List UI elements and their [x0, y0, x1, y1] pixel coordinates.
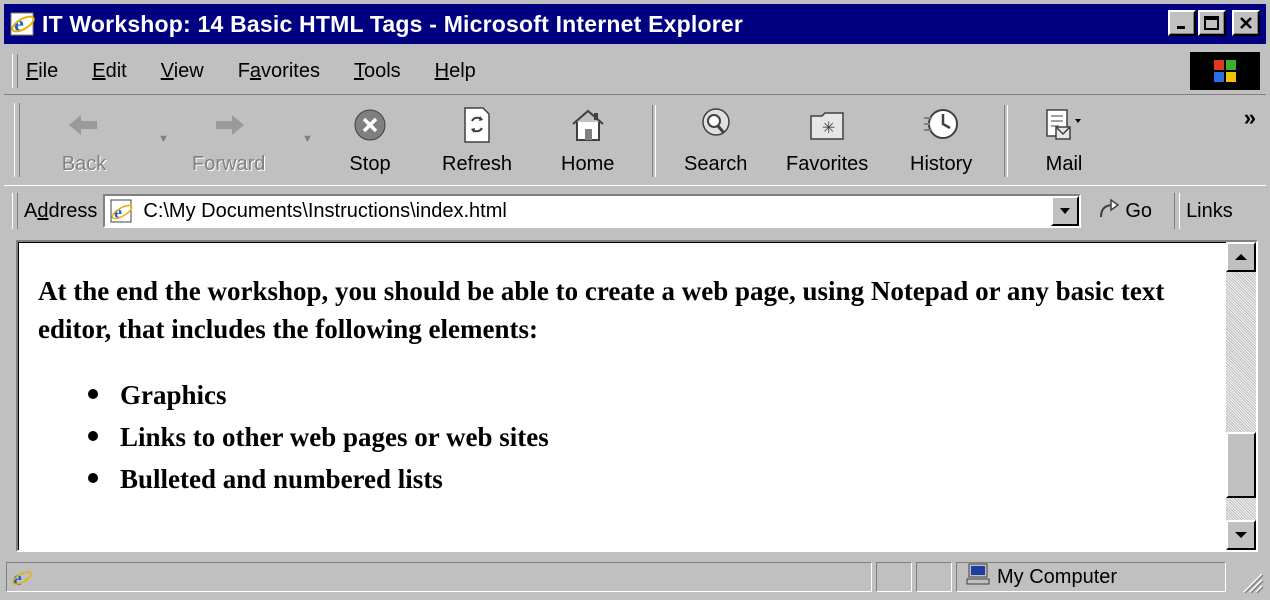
search-icon [692, 101, 740, 149]
menu-file[interactable]: File [26, 60, 58, 83]
status-zone-panel: My Computer [956, 562, 1226, 592]
toolbar-separator [1004, 105, 1008, 177]
window-controls [1168, 10, 1260, 36]
minimize-button[interactable] [1168, 10, 1196, 36]
ie-page-icon: e [107, 196, 137, 226]
stop-button[interactable]: Stop [346, 101, 394, 185]
go-arrow-icon [1097, 197, 1121, 225]
status-security-panel [916, 562, 952, 592]
scroll-up-button[interactable] [1226, 242, 1256, 272]
back-arrow-icon [60, 101, 108, 149]
refresh-icon [453, 101, 501, 149]
status-bar: e My Computer [4, 558, 1266, 596]
go-button[interactable]: Go [1097, 197, 1152, 225]
addressbar-grip[interactable] [12, 193, 18, 229]
svg-text:✳: ✳ [822, 118, 835, 137]
title-bar[interactable]: e IT Workshop: 14 Basic HTML Tags - Micr… [4, 4, 1266, 44]
mail-icon [1040, 101, 1088, 149]
forward-button[interactable]: Forward [192, 101, 265, 185]
address-label: Address [24, 199, 98, 222]
bullet-icon [88, 473, 98, 483]
bullet-icon [88, 431, 98, 441]
home-button[interactable]: Home [561, 101, 614, 185]
toolbar-more-chevron[interactable]: » [1244, 105, 1256, 131]
menubar-grip[interactable] [12, 54, 18, 88]
vertical-scrollbar[interactable] [1226, 242, 1256, 550]
mail-button[interactable]: Mail [1040, 101, 1088, 185]
list-item: Links to other web pages or web sites [88, 416, 1218, 458]
back-button[interactable]: Back [60, 101, 108, 185]
my-computer-icon [965, 563, 991, 591]
status-progress-panel [876, 562, 912, 592]
menu-favorites[interactable]: Favorites [238, 60, 320, 83]
status-main-panel: e [6, 562, 872, 592]
menu-tools[interactable]: Tools [354, 60, 401, 83]
menu-help[interactable]: Help [435, 60, 476, 83]
ie-page-icon: e [11, 566, 33, 588]
menu-edit[interactable]: Edit [92, 60, 126, 83]
resize-grip-icon[interactable] [1238, 568, 1264, 594]
windows-flag-icon [1214, 60, 1236, 82]
list-item: Graphics [88, 374, 1218, 416]
scroll-down-button[interactable] [1226, 520, 1256, 550]
toolbar-grip[interactable] [14, 103, 20, 177]
history-button[interactable]: History [910, 101, 972, 185]
address-input[interactable]: e C:\My Documents\Instructions\index.htm… [103, 194, 1082, 228]
menu-bar: File Edit View Favorites Tools Help [4, 50, 1266, 92]
zone-label: My Computer [997, 565, 1118, 588]
menu-view[interactable]: View [161, 60, 204, 83]
browser-window: e IT Workshop: 14 Basic HTML Tags - Micr… [0, 0, 1270, 600]
ie-logo-icon: e [10, 11, 36, 37]
chevron-down-icon [1235, 532, 1247, 538]
address-url[interactable]: C:\My Documents\Instructions\index.html [143, 200, 506, 223]
standard-toolbar: Back ▼ Forward ▼ Stop Refresh Home Searc… [4, 94, 1266, 186]
stop-icon [346, 101, 394, 149]
window-title: IT Workshop: 14 Basic HTML Tags - Micros… [42, 10, 744, 37]
intro-paragraph: At the end the workshop, you should be a… [38, 276, 1165, 344]
list-item: Bulleted and numbered lists [88, 458, 1218, 500]
toolbar-separator [652, 105, 656, 177]
svg-text:e: e [13, 568, 22, 588]
chevron-down-icon [1060, 208, 1071, 214]
home-icon [564, 101, 612, 149]
chevron-up-icon [1235, 254, 1247, 260]
windows-logo-throbber [1190, 52, 1260, 90]
elements-list: Graphics Links to other web pages or web… [38, 374, 1218, 500]
refresh-button[interactable]: Refresh [442, 101, 512, 185]
search-button[interactable]: Search [684, 101, 747, 185]
favorites-button[interactable]: ✳ Favorites [786, 101, 868, 185]
address-dropdown-button[interactable] [1051, 196, 1080, 226]
links-grip[interactable] [1174, 193, 1181, 229]
forward-dropdown-icon[interactable]: ▼ [302, 133, 313, 145]
maximize-button[interactable] [1198, 10, 1226, 36]
page-viewport: At the end the workshop, you should be a… [16, 240, 1258, 552]
forward-arrow-icon [205, 101, 253, 149]
scrollbar-thumb[interactable] [1226, 432, 1256, 498]
page-content: At the end the workshop, you should be a… [38, 272, 1218, 500]
history-icon [917, 101, 965, 149]
bullet-icon [88, 389, 98, 399]
back-dropdown-icon[interactable]: ▼ [158, 133, 169, 145]
go-label: Go [1125, 199, 1153, 222]
address-bar: Address e C:\My Documents\Instructions\i… [4, 188, 1266, 234]
links-button[interactable]: Links [1186, 200, 1233, 223]
close-button[interactable] [1232, 10, 1260, 36]
favorites-folder-icon: ✳ [803, 101, 851, 149]
